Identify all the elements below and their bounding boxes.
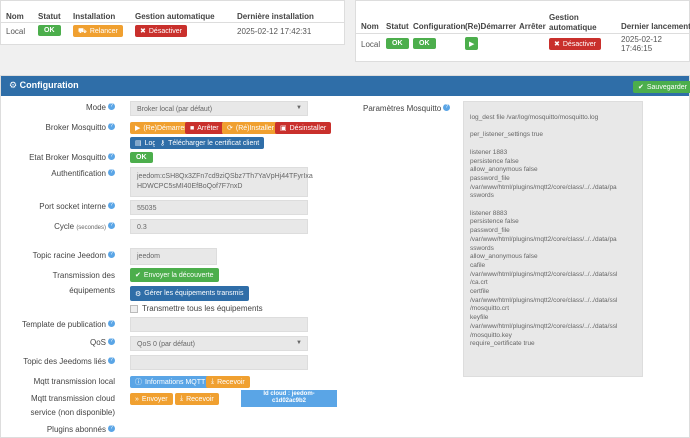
- port-input[interactable]: 55035: [130, 200, 308, 215]
- template-select[interactable]: [130, 317, 308, 332]
- transmit-all-label: Transmettre tous les équipements: [142, 304, 263, 313]
- help-icon: ?: [108, 222, 115, 229]
- caret-down-icon: ▼: [296, 105, 302, 111]
- receive-local-button[interactable]: ⤓ Recevoir: [206, 376, 250, 388]
- col-statut: Statut: [38, 12, 61, 21]
- help-icon: ?: [108, 425, 115, 432]
- play-icon: ▶: [469, 40, 475, 48]
- label-mode: Mode?: [86, 103, 115, 112]
- help-icon: ?: [108, 357, 115, 364]
- help-icon: ?: [108, 153, 115, 160]
- play-icon: ▶: [135, 125, 141, 132]
- info-icon: ⓘ: [135, 379, 142, 386]
- col-arreter: Arrêter: [519, 22, 546, 31]
- col-configuration: Configuration: [413, 22, 466, 31]
- auth-textarea[interactable]: jeedom:cSH8Qx3ZFn7cd9ziQSbz7Th7YaVpHj44T…: [130, 167, 313, 197]
- stop-broker-button[interactable]: ■ Arrêter: [185, 122, 224, 134]
- col-gestion-2: Gestion automatique: [549, 13, 597, 32]
- close-icon: ✖: [554, 41, 560, 48]
- col-nom-2: Nom: [361, 22, 379, 31]
- topic-linked-input[interactable]: [130, 355, 308, 370]
- label-plugins: Plugins abonnés?: [47, 425, 115, 434]
- trash-icon: ▣: [280, 125, 287, 132]
- col-redemarrer: (Re)Démarrer: [465, 22, 517, 31]
- relancer-button[interactable]: ⛟ Relancer: [73, 25, 123, 37]
- download-icon: ⤓: [211, 378, 215, 385]
- last-launch-date: 2025-02-12 17:46:15: [621, 35, 662, 53]
- label-qos: QoS?: [90, 338, 115, 347]
- download-cert-button[interactable]: ⚷ Télécharger le certificat client: [155, 137, 265, 149]
- last-install-date: 2025-02-12 17:42:31: [237, 27, 312, 36]
- col-nom: Nom: [6, 12, 24, 21]
- arrow-right-icon: »: [135, 395, 139, 403]
- label-topic-root: Topic racine Jeedom?: [33, 251, 115, 260]
- refresh-icon: ⟳: [227, 125, 233, 132]
- receive-cloud-button[interactable]: ⤓ Recevoir: [175, 393, 219, 405]
- uninstall-broker-button[interactable]: ▣ Désinstaller: [275, 122, 332, 134]
- play-button[interactable]: ▶: [465, 37, 479, 50]
- status-badge-2: OK: [386, 38, 409, 49]
- restart-broker-button[interactable]: ▶ (Re)Démarrer: [130, 122, 192, 134]
- help-icon: ?: [108, 338, 115, 345]
- etat-badge: OK: [130, 152, 153, 163]
- help-icon: ?: [108, 202, 115, 209]
- config-badge: OK: [413, 38, 436, 49]
- close-icon: ✖: [140, 28, 146, 35]
- manage-equipments-button[interactable]: ⚙ Gérer les équipements transmis: [130, 286, 249, 301]
- status-badge: OK: [38, 25, 61, 36]
- key-icon: ⚷: [160, 140, 166, 147]
- download-icon: ⤓: [180, 395, 184, 402]
- mosquitto-params-textarea[interactable]: log_dest file /var/log/mosquitto/mosquit…: [463, 101, 643, 377]
- help-icon: ?: [108, 320, 115, 327]
- config-header: [1, 76, 689, 96]
- caret-down-icon: ▼: [296, 340, 302, 346]
- label-template: Template de publication?: [22, 320, 115, 329]
- mode-select[interactable]: Broker local (par défaut) ▼: [130, 101, 308, 116]
- daemon-panel: Nom Statut Configuration (Re)Démarrer Ar…: [355, 0, 690, 62]
- config-title: ⚙ Configuration: [9, 80, 79, 90]
- col-dernier-lancement: Dernier lancement: [621, 22, 690, 31]
- gear-icon: ⚙: [135, 290, 142, 298]
- help-icon: ?: [108, 169, 115, 176]
- help-icon: ?: [108, 103, 115, 110]
- row-name: Local: [6, 27, 26, 36]
- label-mqtt-cloud: Mqtt transmission cloud service (non disp…: [30, 394, 116, 417]
- save-button[interactable]: ✔ Sauvegarder: [633, 81, 690, 93]
- desactiver-daemon-button[interactable]: ✖ Désactiver: [549, 38, 601, 50]
- stop-icon: ■: [190, 124, 195, 132]
- cycle-input[interactable]: 0.3: [130, 219, 308, 234]
- params-label: Paramètres Mosquitto?: [363, 104, 451, 113]
- label-topic-linked: Topic des Jeedoms liés?: [23, 357, 115, 366]
- row-name-2: Local: [361, 40, 381, 49]
- transmit-all-checkbox[interactable]: [130, 305, 138, 313]
- label-transmission: Transmission des équipements: [52, 271, 115, 295]
- car-icon: ⛟: [78, 27, 87, 35]
- label-cycle: Cycle (secondes)?: [54, 222, 115, 231]
- qos-select[interactable]: QoS 0 (par défaut) ▼: [130, 336, 308, 351]
- check-icon: ✔: [135, 272, 141, 279]
- label-port: Port socket interne?: [39, 202, 115, 211]
- info-mqtt-button[interactable]: ⓘ Informations MQTT: [130, 376, 211, 388]
- check-icon: ✔: [638, 84, 644, 91]
- col-gestion: Gestion automatique: [135, 12, 215, 21]
- help-icon: ?: [108, 123, 115, 130]
- col-installation: Installation: [73, 12, 116, 21]
- help-icon: ?: [443, 104, 451, 111]
- gears-icon: ⚙: [9, 80, 18, 90]
- label-broker: Broker Mosquitto?: [46, 123, 115, 132]
- label-auth: Authentification?: [51, 169, 115, 178]
- col-statut-2: Statut: [386, 22, 409, 31]
- send-discovery-button[interactable]: ✔ Envoyer la découverte: [130, 268, 219, 282]
- col-derniere: Dernière installation: [237, 12, 314, 21]
- send-cloud-button[interactable]: » Envoyer: [130, 393, 173, 405]
- desactiver-install-button[interactable]: ✖ Désactiver: [135, 25, 187, 37]
- label-etat: Etat Broker Mosquitto?: [29, 153, 115, 162]
- file-icon: ▤: [135, 140, 142, 147]
- reinstall-broker-button[interactable]: ⟳ (Ré)Installer: [222, 122, 279, 134]
- cloud-id-badge: Id cloud : jeedom- c1d02ac9b2: [241, 390, 337, 407]
- help-icon: ?: [108, 251, 115, 258]
- label-mqtt-local: Mqtt transmission local: [33, 377, 115, 386]
- install-panel: Nom Statut Installation Gestion automati…: [0, 0, 345, 45]
- topic-root-input[interactable]: jeedom: [130, 248, 217, 265]
